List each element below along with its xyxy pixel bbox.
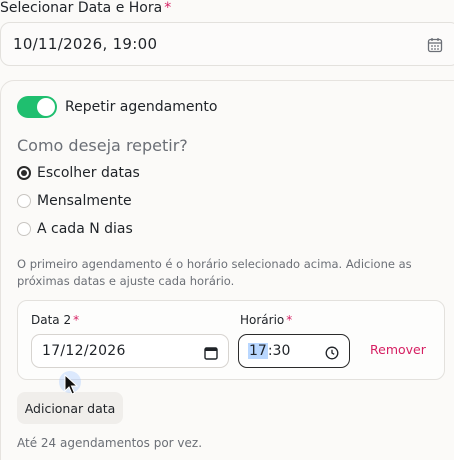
- remove-button[interactable]: Remover: [370, 342, 426, 357]
- radio-button[interactable]: [17, 194, 31, 208]
- calendar-icon[interactable]: [427, 37, 443, 53]
- radio-button[interactable]: [17, 222, 31, 236]
- mouse-cursor-icon: [58, 370, 88, 400]
- radio-mensalmente[interactable]: Mensalmente: [17, 193, 132, 209]
- calendar-icon[interactable]: [204, 345, 218, 360]
- datetime-value: 10/11/2026, 19:00: [13, 35, 158, 53]
- repeat-question: Como deseja repetir?: [17, 136, 188, 155]
- schedule-label-text: Selecionar Data e Hora: [0, 0, 163, 16]
- schedule-label: Selecionar Data e Hora *: [0, 0, 171, 16]
- time-hour-selected: 17: [248, 343, 268, 359]
- radio-label: Escolher datas: [37, 165, 140, 181]
- clock-icon[interactable]: [325, 345, 339, 360]
- required-mark: *: [73, 313, 80, 327]
- toggle-knob: [37, 98, 55, 116]
- radio-button-checked[interactable]: [17, 166, 31, 180]
- time-field-label: Horário *: [240, 313, 292, 327]
- datetime-input[interactable]: 10/11/2026, 19:00: [0, 22, 454, 66]
- date-field-label: Data 2 *: [31, 313, 79, 327]
- repeat-toggle-row[interactable]: Repetir agendamento: [17, 96, 217, 118]
- date-value: 17/12/2026: [42, 343, 126, 359]
- time-value: 17:30: [248, 343, 290, 359]
- time-label-text: Horário: [240, 313, 285, 327]
- repeat-toggle-label: Repetir agendamento: [65, 99, 218, 115]
- required-mark: *: [286, 313, 293, 327]
- radio-label: A cada N dias: [37, 221, 133, 237]
- info-text: O primeiro agendamento é o horário selec…: [17, 257, 412, 288]
- date-label-text: Data 2: [31, 313, 72, 327]
- radio-label: Mensalmente: [37, 193, 132, 209]
- required-mark: *: [164, 0, 172, 16]
- radio-escolher-datas[interactable]: Escolher datas: [17, 165, 140, 181]
- radio-a-cada-n-dias[interactable]: A cada N dias: [17, 221, 133, 237]
- date-input[interactable]: 17/12/2026: [31, 334, 229, 368]
- footer-note: Até 24 agendamentos por vez.: [17, 436, 203, 450]
- time-minutes: :30: [267, 343, 291, 359]
- repeat-toggle[interactable]: [17, 96, 57, 118]
- time-input[interactable]: 17:30: [238, 334, 350, 368]
